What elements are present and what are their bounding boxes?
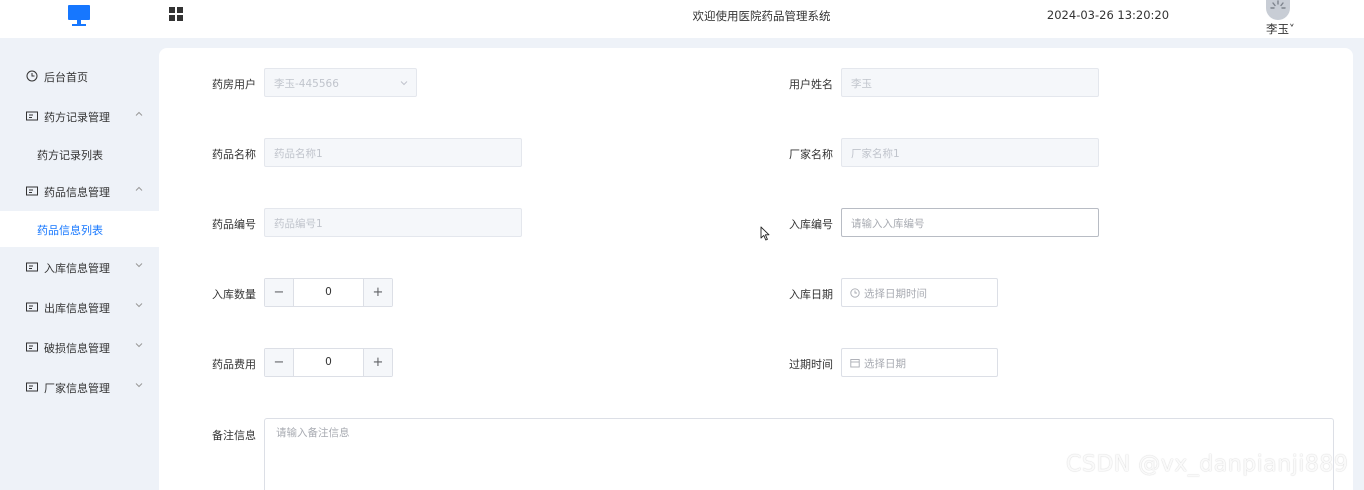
- sidebar-item-label: 后台首页: [44, 71, 88, 84]
- user-menu[interactable]: 李玉˅: [1266, 21, 1295, 37]
- avatar[interactable]: [1266, 0, 1290, 20]
- sidebar-item-label: 药方记录管理: [44, 111, 110, 124]
- monitor-icon[interactable]: [68, 5, 90, 27]
- sidebar-item-label: 厂家信息管理: [44, 382, 110, 395]
- sidebar-item-dashboard[interactable]: 后台首页: [0, 57, 159, 95]
- sidebar-subitem-prescription-list[interactable]: 药方记录列表: [0, 136, 159, 172]
- card-icon: [26, 111, 38, 121]
- drug-name-field[interactable]: 药品名称1: [264, 138, 522, 167]
- stock-in-code-input[interactable]: 请输入入库编号: [841, 208, 1099, 237]
- drug-code-field[interactable]: 药品编号1: [264, 208, 522, 237]
- grid-icon[interactable]: [169, 7, 184, 22]
- stock-in-date-picker[interactable]: 选择日期时间: [841, 278, 998, 307]
- sidebar-item-stock-out[interactable]: 出库信息管理: [0, 288, 159, 326]
- decrement-button[interactable]: −: [265, 279, 294, 306]
- sidebar-subitem-drug-list[interactable]: 药品信息列表: [0, 211, 159, 247]
- drug-fee-stepper: − 0 +: [264, 348, 393, 377]
- page-title: 欢迎使用医院药品管理系统: [692, 9, 831, 23]
- chevron-down-icon: [135, 303, 143, 308]
- stock-in-qty-label: 入库数量: [212, 288, 256, 301]
- card-icon: [26, 302, 38, 312]
- sidebar-item-manufacturer[interactable]: 厂家信息管理: [0, 368, 159, 406]
- expiry-time-placeholder: 选择日期: [864, 358, 906, 370]
- stock-in-code-placeholder: 请输入入库编号: [851, 218, 925, 230]
- sidebar-item-stock-in[interactable]: 入库信息管理: [0, 248, 159, 286]
- card-icon: [26, 262, 38, 272]
- stock-in-code-label: 入库编号: [789, 218, 833, 231]
- pharmacy-user-label: 药房用户: [212, 78, 256, 91]
- pharmacy-user-value: 李玉-445566: [274, 78, 339, 90]
- card-icon: [26, 382, 38, 392]
- increment-button[interactable]: +: [363, 279, 392, 306]
- stock-in-date-placeholder: 选择日期时间: [864, 288, 927, 300]
- drug-name-label: 药品名称: [212, 148, 256, 161]
- sidebar-item-drug-info[interactable]: 药品信息管理: [0, 172, 159, 210]
- chevron-down-icon: [135, 263, 143, 268]
- header-datetime: 2024-03-26 13:20:20: [1046, 8, 1170, 22]
- remark-placeholder: 请输入备注信息: [276, 427, 350, 439]
- manufacturer-field[interactable]: 厂家名称1: [841, 138, 1099, 167]
- sidebar-item-prescription[interactable]: 药方记录管理: [0, 97, 159, 135]
- remark-label: 备注信息: [212, 429, 256, 442]
- calendar-icon: [850, 359, 860, 368]
- sidebar-subitem-label: 药方记录列表: [37, 149, 103, 162]
- decrement-button[interactable]: −: [265, 349, 294, 376]
- sidebar-item-label: 破损信息管理: [44, 342, 110, 355]
- sidebar-item-label: 出库信息管理: [44, 302, 110, 315]
- user-name-label: 用户姓名: [789, 78, 833, 91]
- manufacturer-label: 厂家名称: [789, 148, 833, 161]
- card-icon: [26, 342, 38, 352]
- drug-code-value: 药品编号1: [274, 218, 323, 230]
- drug-code-label: 药品编号: [212, 218, 256, 231]
- manufacturer-value: 厂家名称1: [851, 148, 900, 160]
- expiry-time-label: 过期时间: [789, 358, 833, 371]
- increment-button[interactable]: +: [363, 349, 392, 376]
- sidebar-item-damage[interactable]: 破损信息管理: [0, 328, 159, 366]
- expiry-date-picker[interactable]: 选择日期: [841, 348, 998, 377]
- stock-in-date-label: 入库日期: [789, 288, 833, 301]
- chevron-up-icon: [135, 186, 143, 191]
- clock-icon: [26, 70, 38, 82]
- drug-name-value: 药品名称1: [274, 148, 323, 160]
- stock-in-qty-value[interactable]: 0: [294, 286, 363, 298]
- chevron-up-icon: [135, 111, 143, 116]
- pharmacy-user-select[interactable]: 李玉-445566: [264, 68, 417, 97]
- stock-in-qty-stepper: − 0 +: [264, 278, 393, 307]
- drug-fee-label: 药品费用: [212, 358, 256, 371]
- chevron-down-icon: [135, 383, 143, 388]
- sidebar-item-label: 药品信息管理: [44, 186, 110, 199]
- sidebar-item-label: 入库信息管理: [44, 262, 110, 275]
- sidebar: 后台首页 药方记录管理 药方记录列表 药品信息管理 药品信息列表 入库信息管理 …: [0, 38, 159, 490]
- clock-icon: [850, 288, 860, 298]
- user-name-value: 李玉: [851, 78, 872, 90]
- watermark: CSDN @vx_danpianji889: [1066, 452, 1349, 477]
- sidebar-subitem-label: 药品信息列表: [37, 224, 103, 237]
- user-name-field[interactable]: 李玉: [841, 68, 1099, 97]
- chevron-down-icon: [135, 343, 143, 348]
- drug-fee-value[interactable]: 0: [294, 356, 363, 368]
- top-header: 欢迎使用医院药品管理系统 2024-03-26 13:20:20 李玉˅: [0, 0, 1364, 38]
- card-icon: [26, 186, 38, 196]
- mouse-cursor-icon: [760, 226, 770, 241]
- chevron-down-icon: [400, 81, 408, 86]
